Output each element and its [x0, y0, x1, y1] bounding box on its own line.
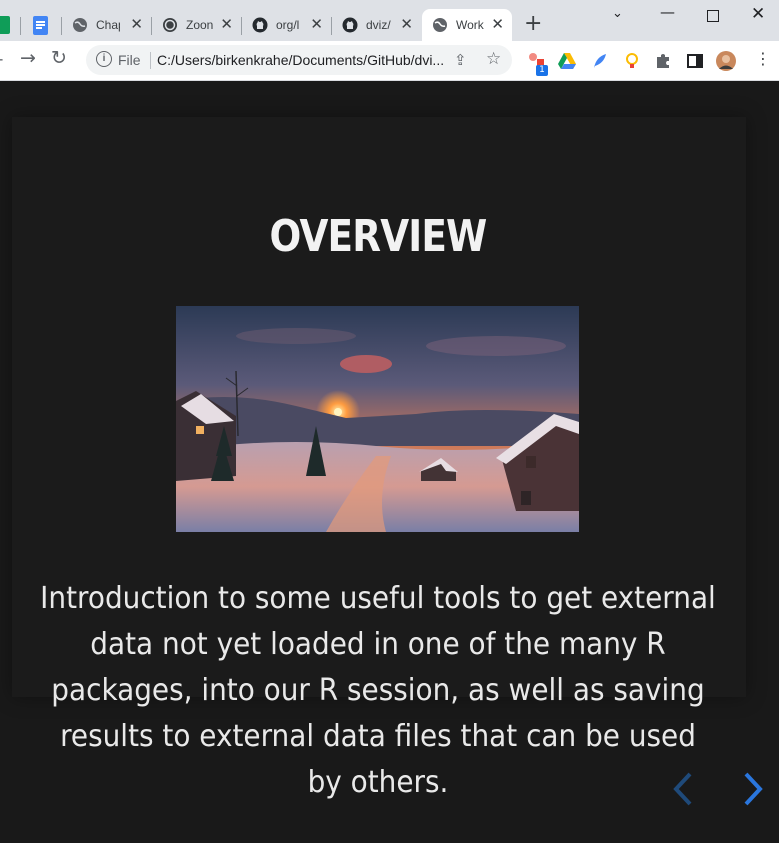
minimize-button[interactable]: — — [660, 3, 675, 21]
profile-avatar[interactable] — [716, 51, 736, 71]
close-tab-icon[interactable]: ✕ — [220, 15, 233, 33]
share-icon[interactable]: ⇪ — [454, 51, 467, 69]
sunset-landscape-image — [176, 306, 579, 532]
tab-label: Zoon — [186, 18, 214, 32]
maximize-button[interactable] — [707, 10, 719, 22]
tab-zoom[interactable]: Zoon ✕ — [151, 9, 241, 41]
tab-org[interactable]: org/l ✕ — [241, 9, 331, 41]
tab-label: Chap — [96, 18, 120, 32]
github-icon — [252, 17, 268, 33]
tab-dviz[interactable]: dviz/ ✕ — [331, 9, 421, 41]
tab-search-icon[interactable]: ⌄ — [612, 6, 623, 21]
url-text[interactable]: C:/Users/birkenkrahe/Documents/GitHub/dv… — [157, 52, 447, 68]
back-button[interactable]: – — [0, 48, 4, 70]
forward-button[interactable]: → — [20, 47, 36, 69]
close-tab-icon[interactable]: ✕ — [491, 15, 504, 33]
tab-label: org/l — [276, 18, 300, 32]
lightbulb-icon[interactable] — [622, 51, 642, 71]
close-tab-icon[interactable]: ✕ — [130, 15, 143, 33]
tab-work[interactable]: Work ✕ — [422, 9, 512, 41]
scheme-label: File — [118, 52, 141, 68]
reload-button[interactable]: ↻ — [51, 47, 67, 69]
info-icon[interactable]: i — [96, 51, 112, 67]
close-tab-icon[interactable]: ✕ — [400, 15, 413, 33]
zoom-icon — [163, 18, 177, 32]
docs-tab-icon[interactable] — [33, 16, 48, 35]
feather-icon[interactable] — [590, 51, 610, 71]
tab-label: dviz/ — [366, 18, 391, 32]
extensions-puzzle-icon[interactable] — [653, 51, 673, 71]
previous-slide-arrow[interactable] — [670, 770, 696, 808]
tab-label: Work — [456, 18, 484, 32]
tab-strip: Chap ✕ Zoon ✕ org/l ✕ dviz/ ✕ — [0, 0, 779, 41]
slide-title: OVERVIEW — [269, 211, 488, 262]
menu-icon[interactable]: ⋮ — [755, 49, 771, 68]
extension-badge: 1 — [536, 65, 548, 76]
close-tab-icon[interactable]: ✕ — [310, 15, 323, 33]
google-drive-icon[interactable] — [557, 51, 577, 71]
tab-chap[interactable]: Chap ✕ — [61, 9, 151, 41]
omnibox-divider — [150, 52, 151, 69]
github-icon — [342, 17, 358, 33]
new-tab-button[interactable]: + — [524, 13, 542, 35]
slide-body-text: Introduction to some useful tools to get… — [40, 581, 716, 800]
sheets-tab-icon[interactable] — [0, 16, 10, 34]
close-window-button[interactable]: ✕ — [751, 4, 765, 24]
globe-icon — [433, 18, 447, 32]
tab-separator — [20, 17, 21, 35]
side-panel-icon[interactable] — [685, 51, 705, 71]
bookmark-star-icon[interactable]: ☆ — [486, 49, 501, 69]
browser-toolbar: – → ↻ i File C:/Users/birkenkrahe/Docume… — [0, 41, 779, 81]
address-bar[interactable]: i File C:/Users/birkenkrahe/Documents/Gi… — [86, 45, 512, 75]
next-slide-arrow[interactable] — [740, 770, 766, 808]
globe-icon — [73, 18, 87, 32]
